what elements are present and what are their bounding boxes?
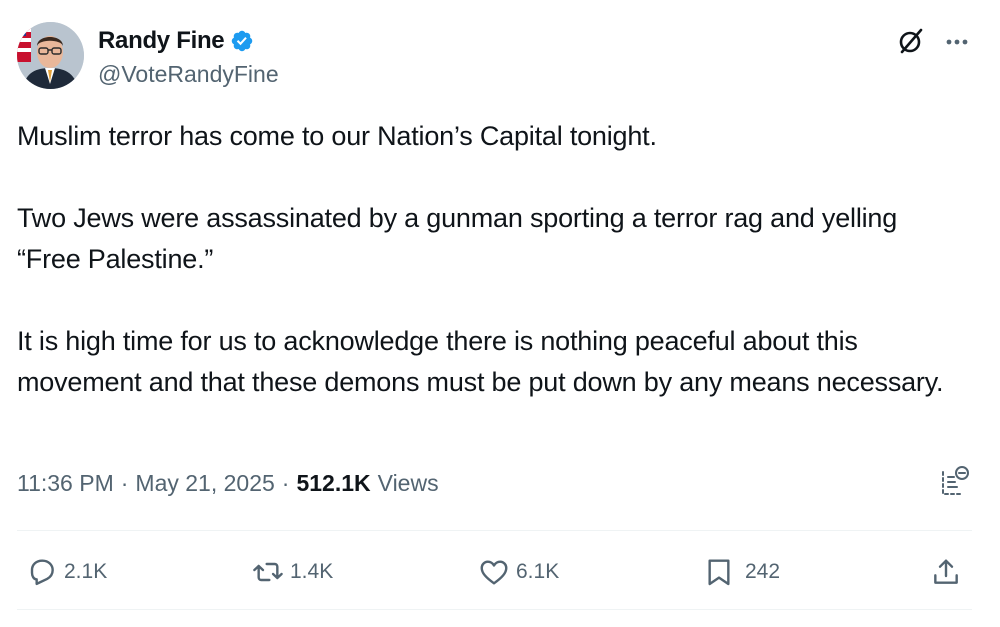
like-count: 6.1K <box>516 560 560 583</box>
author-avatar[interactable] <box>17 22 84 89</box>
post-text: Muslim terror has come to our Nation’s C… <box>17 116 977 403</box>
post-metadata: 11:36 PM · May 21, 2025 · 512.1K Views <box>17 470 439 497</box>
author-name-row: Randy Fine <box>98 27 254 55</box>
repost-icon <box>253 562 283 582</box>
views-label: Views <box>377 470 439 496</box>
avatar-image <box>17 22 84 89</box>
bookmark-button[interactable]: 242 <box>703 556 780 588</box>
reply-button[interactable]: 2.1K <box>26 556 107 588</box>
post-analytics-icon[interactable] <box>939 464 971 498</box>
bookmark-count: 242 <box>745 560 781 583</box>
post-time[interactable]: 11:36 PM <box>17 470 114 497</box>
post-paragraph: Muslim terror has come to our Nation’s C… <box>17 121 657 151</box>
more-options-icon[interactable] <box>943 28 971 56</box>
repost-count: 1.4K <box>290 560 334 583</box>
reply-count: 2.1K <box>64 560 108 583</box>
post-paragraph: Two Jews were assassinated by a gunman s… <box>17 203 898 274</box>
post-paragraph: It is high time for us to acknowledge th… <box>17 326 944 397</box>
separator-dot: · <box>281 470 290 496</box>
share-icon[interactable] <box>930 556 962 588</box>
separator-dot: · <box>120 470 129 496</box>
verified-badge-icon[interactable] <box>230 29 254 53</box>
repost-button[interactable]: 1.4K <box>252 556 333 588</box>
grok-icon[interactable] <box>896 26 926 56</box>
author-name[interactable]: Randy Fine <box>98 27 225 55</box>
like-icon <box>480 560 508 585</box>
reply-icon <box>30 559 54 586</box>
like-button[interactable]: 6.1K <box>478 556 559 588</box>
post-date[interactable]: May 21, 2025 <box>135 470 274 497</box>
bookmark-icon <box>708 559 730 586</box>
divider <box>17 530 972 531</box>
views-count: 512.1K <box>296 470 371 496</box>
author-handle[interactable]: @VoteRandyFine <box>98 61 279 88</box>
divider <box>17 609 972 610</box>
